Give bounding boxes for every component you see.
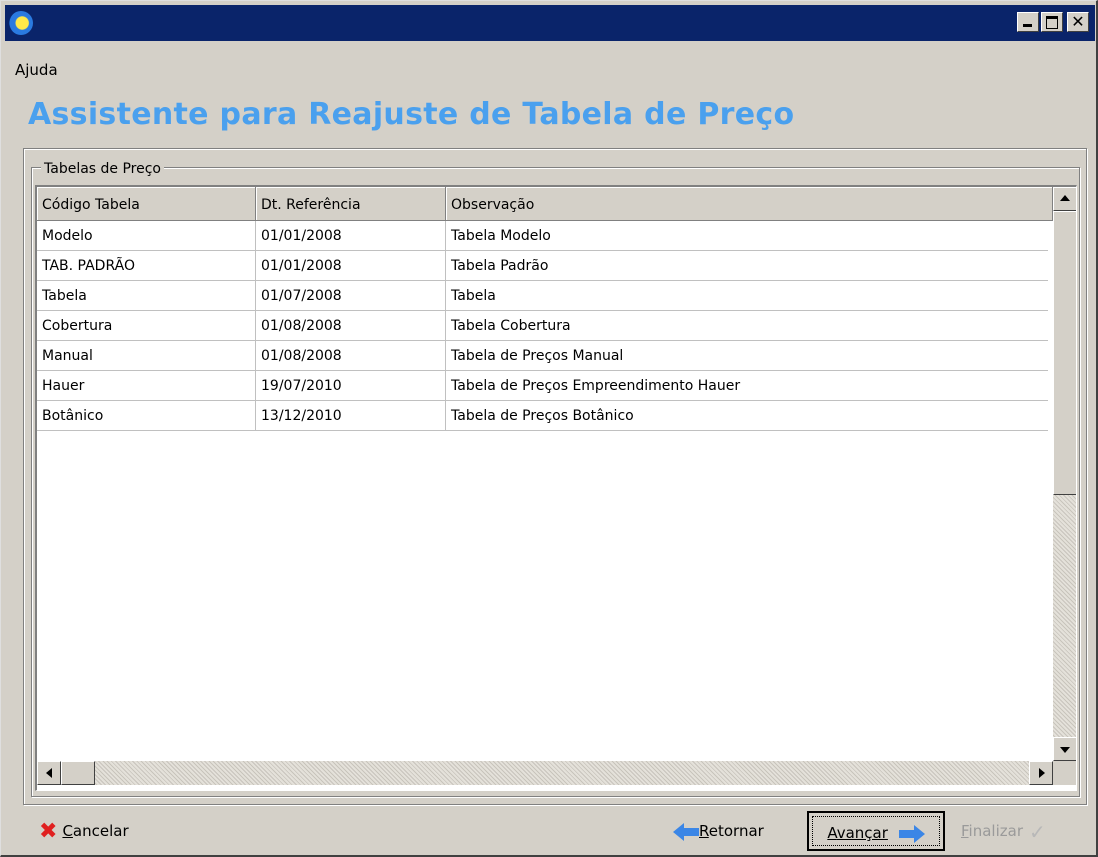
arrow-up-icon [1060, 195, 1070, 201]
title-bar[interactable]: ✕ [5, 5, 1095, 41]
column-header-observacao[interactable]: Observação [446, 187, 1053, 221]
back-label: etornar [708, 822, 764, 840]
app-logo-icon [9, 11, 33, 35]
column-header-dt-referencia[interactable]: Dt. Referência [256, 187, 446, 221]
cell-dt-referencia: 01/08/2008 [256, 341, 446, 370]
cell-observacao: Tabela Padrão [451, 258, 549, 274]
cell-observacao: Tabela de Preços Empreendimento Hauer [451, 378, 741, 394]
vertical-scrollbar[interactable] [1053, 187, 1076, 761]
minimize-button[interactable] [1017, 12, 1039, 32]
cell-dt-referencia: 01/01/2008 [256, 251, 446, 280]
scroll-up-button[interactable] [1053, 187, 1076, 211]
table-row[interactable]: TAB. PADRÃO 01/01/2008 Tabela Padrão [37, 251, 1048, 281]
scrollbar-corner [1053, 761, 1076, 785]
finish-label: inalizar [968, 822, 1023, 840]
arrow-down-icon [1060, 747, 1070, 753]
cell-codigo: Modelo [37, 221, 256, 250]
scroll-right-button[interactable] [1029, 761, 1053, 785]
cancel-label-mnemonic: C [62, 822, 73, 840]
cell-codigo: Manual [37, 341, 256, 370]
cell-dt-referencia: 13/12/2010 [256, 401, 446, 430]
grid-rows: Modelo 01/01/2008 Tabela Modelo TAB. PAD… [37, 221, 1048, 431]
horizontal-scrollbar[interactable] [37, 761, 1053, 785]
cell-codigo: Botânico [37, 401, 256, 430]
maximize-button[interactable] [1041, 12, 1063, 32]
wizard-title: Assistente para Reajuste de Tabela de Pr… [28, 97, 795, 132]
arrow-right-icon [898, 824, 925, 843]
menu-bar: Ajuda [15, 61, 58, 79]
cell-observacao: Tabela Cobertura [451, 318, 571, 334]
close-button[interactable]: ✕ [1067, 12, 1089, 32]
close-icon: ✕ [1071, 12, 1085, 31]
menu-item-ajuda[interactable]: Ajuda [15, 61, 58, 79]
finish-button[interactable]: Finalizar ✓ [961, 811, 1046, 851]
cell-observacao: Tabela Modelo [451, 228, 551, 244]
cell-observacao: Tabela de Preços Botânico [451, 408, 634, 424]
red-x-icon: ✖ [39, 818, 58, 844]
cell-codigo: Hauer [37, 371, 256, 400]
table-row[interactable]: Hauer 19/07/2010 Tabela de Preços Empree… [37, 371, 1048, 401]
back-label-mnemonic: R [699, 822, 709, 840]
table-row[interactable]: Cobertura 01/08/2008 Tabela Cobertura [37, 311, 1048, 341]
grid-header: Código Tabela Dt. Referência Observação [37, 187, 1053, 221]
cancel-label: ancelar [72, 822, 129, 840]
cell-dt-referencia: 19/07/2010 [256, 371, 446, 400]
column-header-codigo[interactable]: Código Tabela [37, 187, 256, 221]
cell-observacao: Tabela [451, 288, 496, 304]
arrow-right-small-icon [1039, 768, 1045, 778]
cancel-button[interactable]: ✖ Cancelar [39, 811, 129, 851]
arrow-left-icon [673, 822, 699, 841]
price-tables-grid[interactable]: Código Tabela Dt. Referência Observação … [35, 185, 1077, 791]
groupbox-label: Tabelas de Preço [41, 161, 164, 177]
cell-observacao: Tabela de Preços Manual [451, 348, 624, 364]
back-button[interactable]: Retornar [673, 811, 764, 851]
checkmark-icon: ✓ [1028, 819, 1046, 844]
wizard-window: ✕ Ajuda Assistente para Reajuste de Tabe… [0, 0, 1098, 857]
scroll-left-button[interactable] [37, 761, 61, 785]
table-row[interactable]: Botânico 13/12/2010 Tabela de Preços Bot… [37, 401, 1048, 431]
table-row[interactable]: Modelo 01/01/2008 Tabela Modelo [37, 221, 1048, 251]
table-row[interactable]: Tabela 01/07/2008 Tabela [37, 281, 1048, 311]
cell-dt-referencia: 01/08/2008 [256, 311, 446, 340]
cell-dt-referencia: 01/07/2008 [256, 281, 446, 310]
cell-dt-referencia: 01/01/2008 [256, 221, 446, 250]
arrow-left-small-icon [46, 768, 52, 778]
cell-codigo: Cobertura [37, 311, 256, 340]
vertical-scroll-thumb[interactable] [1053, 211, 1076, 495]
cell-codigo: TAB. PADRÃO [37, 251, 256, 280]
next-button[interactable]: Avançar [807, 811, 945, 851]
scroll-down-button[interactable] [1053, 737, 1076, 761]
cell-codigo: Tabela [37, 281, 256, 310]
finish-label-mnemonic: F [961, 822, 969, 840]
table-row[interactable]: Manual 01/08/2008 Tabela de Preços Manua… [37, 341, 1048, 371]
horizontal-scroll-thumb[interactable] [61, 761, 95, 785]
